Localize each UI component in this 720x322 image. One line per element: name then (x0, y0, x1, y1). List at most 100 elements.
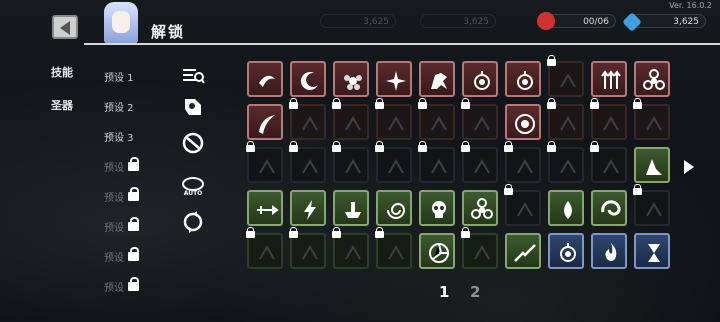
skill-slot-r1c5[interactable] (419, 61, 455, 97)
skill-slot-r4c3[interactable] (333, 190, 369, 226)
preset-7[interactable]: 预设 (104, 249, 124, 264)
skill-slot-r4c8[interactable] (548, 190, 584, 226)
locked-skill-icon (646, 116, 662, 131)
skill-slot-r3c8[interactable] (547, 141, 584, 183)
lock-icon (504, 184, 513, 196)
cup-icon (345, 202, 361, 218)
skill-slot-r5c2[interactable] (289, 227, 326, 269)
preset-4[interactable]: 预设 (104, 159, 124, 174)
skill-slot-r3c6[interactable] (461, 141, 498, 183)
gem-counter: 3,625 (622, 12, 706, 32)
tab-skills[interactable]: 技能 (51, 64, 73, 80)
zap-icon (514, 244, 536, 262)
skill-slot-r1c2[interactable] (290, 61, 326, 97)
skill-slot-r1c8[interactable] (547, 55, 584, 97)
lock-icon (246, 227, 255, 239)
cancel-icon[interactable] (181, 131, 205, 155)
lock-icon (128, 187, 139, 202)
skill-slot-r2c5[interactable] (418, 98, 455, 140)
skill-slot-r5c9[interactable] (591, 233, 627, 269)
biohazard-icon (643, 69, 665, 90)
lock-icon (128, 217, 139, 232)
skill-slot-r5c8[interactable] (548, 233, 584, 269)
skill-slot-r2c8[interactable] (547, 98, 584, 140)
preset-3[interactable]: 预设 3 (104, 129, 134, 144)
locked-skill-icon (560, 116, 576, 131)
preset-5[interactable]: 预设 (104, 189, 124, 204)
skill-slot-r3c10[interactable] (634, 147, 670, 183)
locked-skill-icon (388, 245, 404, 260)
locked-skill-icon (259, 245, 275, 260)
skill-slot-r2c6[interactable] (461, 98, 498, 140)
stamina-value: 00/06 (583, 17, 609, 27)
lock-icon (289, 98, 298, 110)
skill-slot-r2c9[interactable] (590, 98, 627, 140)
page-2[interactable]: 2 (470, 283, 480, 301)
locked-skill-icon (646, 202, 662, 217)
skill-slot-r2c10[interactable] (633, 98, 670, 140)
vortex-icon (387, 203, 406, 219)
lock-icon (633, 184, 642, 196)
version-label: Ver. 16.0.2 (669, 1, 712, 10)
skill-slot-r3c7[interactable] (504, 141, 541, 183)
skill-slot-r3c4[interactable] (375, 141, 412, 183)
bolt-icon (304, 200, 316, 220)
locked-skill-icon (302, 116, 318, 131)
skill-slot-r3c1[interactable] (246, 141, 283, 183)
cycle-icon[interactable] (181, 210, 205, 234)
lock-icon (246, 141, 255, 153)
skill-slot-r1c6[interactable] (462, 61, 498, 97)
next-page-arrow[interactable] (684, 160, 694, 174)
skill-slot-r2c7[interactable] (505, 104, 541, 140)
preset-8-label: 预设 (104, 283, 124, 294)
skill-slot-r4c10[interactable] (633, 184, 670, 226)
lock-icon (547, 141, 556, 153)
skill-slot-r5c4[interactable] (375, 227, 412, 269)
skill-slot-r1c9[interactable] (591, 61, 627, 97)
skill-slot-r2c1[interactable] (247, 104, 283, 140)
auto-icon[interactable]: AUTO (181, 174, 205, 198)
back-button[interactable] (52, 15, 78, 39)
preset-1[interactable]: 预设 1 (104, 69, 134, 84)
skill-slot-r1c3[interactable] (333, 61, 369, 97)
skill-slot-r3c2[interactable] (289, 141, 326, 183)
skill-slot-r5c3[interactable] (332, 227, 369, 269)
skill-slot-r1c10[interactable] (634, 61, 670, 97)
skill-slot-r3c9[interactable] (590, 141, 627, 183)
skill-icon[interactable] (181, 95, 205, 119)
biohazard-icon (471, 198, 493, 219)
skill-slot-r2c4[interactable] (375, 98, 412, 140)
skill-slot-r3c5[interactable] (418, 141, 455, 183)
skill-slot-r5c7[interactable] (505, 233, 541, 269)
skill-slot-r3c3[interactable] (332, 141, 369, 183)
skill-slot-r4c7[interactable] (504, 184, 541, 226)
skill-slot-r4c5[interactable] (419, 190, 455, 226)
skill-slot-r4c9[interactable] (591, 190, 627, 226)
skill-slot-r2c3[interactable] (332, 98, 369, 140)
preset-5-label: 预设 (104, 193, 124, 204)
preset-8[interactable]: 预设 (104, 279, 124, 294)
preset-6[interactable]: 预设 (104, 219, 124, 234)
lock-icon (128, 157, 139, 172)
locked-skill-icon (431, 116, 447, 131)
dagger-icon (257, 205, 279, 215)
skill-slot-r4c2[interactable] (290, 190, 326, 226)
skill-slot-r5c6[interactable] (461, 227, 498, 269)
orb-icon (517, 71, 533, 90)
skill-slot-r5c10[interactable] (634, 233, 670, 269)
skill-slot-r1c4[interactable] (376, 61, 412, 97)
skill-slot-r4c1[interactable] (247, 190, 283, 226)
skill-slot-r1c1[interactable] (247, 61, 283, 97)
tab-relics[interactable]: 圣器 (51, 97, 73, 113)
page-1[interactable]: 1 (439, 283, 449, 301)
queue-icon[interactable] (181, 63, 205, 87)
skill-slot-r5c1[interactable] (246, 227, 283, 269)
skill-slot-r1c7[interactable] (505, 61, 541, 97)
skill-slot-r5c5[interactable] (419, 233, 455, 269)
preset-2[interactable]: 预设 2 (104, 99, 134, 114)
skill-slot-r4c4[interactable] (376, 190, 412, 226)
skill-slot-r2c2[interactable] (289, 98, 326, 140)
locked-skill-icon (517, 159, 533, 174)
lock-icon (332, 227, 341, 239)
skill-slot-r4c6[interactable] (462, 190, 498, 226)
